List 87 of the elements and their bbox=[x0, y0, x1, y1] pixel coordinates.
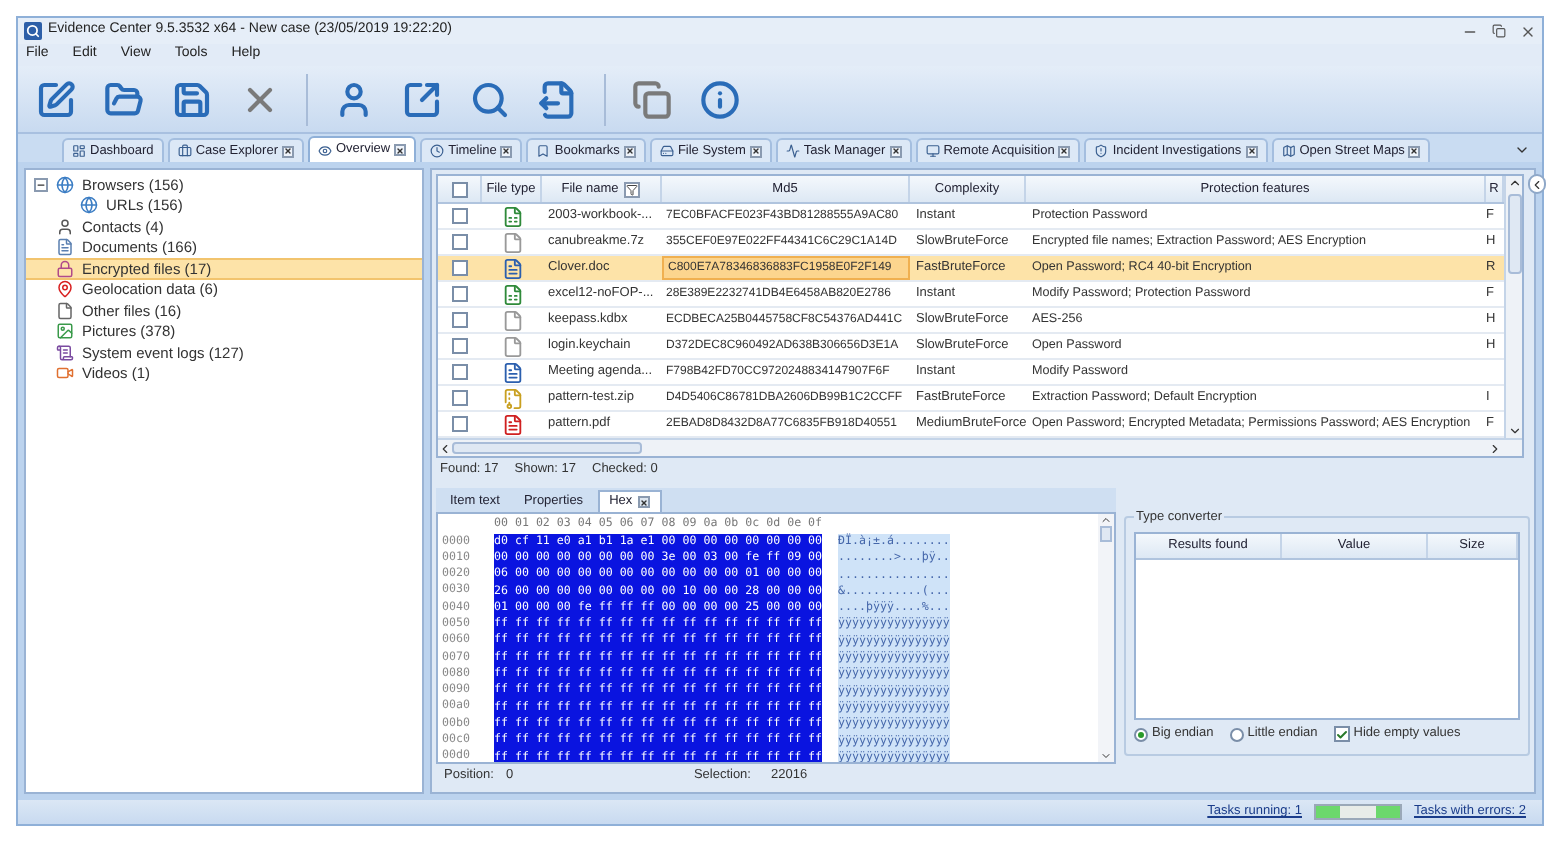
row-checkbox[interactable] bbox=[452, 260, 468, 276]
file-export-icon bbox=[538, 79, 578, 119]
monitor-icon bbox=[925, 144, 940, 158]
edit-icon bbox=[36, 79, 76, 119]
row-checkbox[interactable] bbox=[452, 364, 468, 380]
copy-button[interactable] bbox=[630, 77, 674, 121]
tab-close-button[interactable] bbox=[749, 145, 762, 157]
image-icon bbox=[56, 322, 74, 341]
row-checkbox[interactable] bbox=[452, 416, 468, 432]
scroll-right-icon[interactable] bbox=[1488, 441, 1502, 455]
restore-icon[interactable] bbox=[1492, 24, 1506, 38]
app-logo-icon bbox=[24, 22, 42, 40]
tab-close-button[interactable] bbox=[638, 496, 651, 508]
filter-button[interactable] bbox=[624, 181, 641, 197]
map-icon bbox=[1281, 144, 1296, 158]
file-icon bbox=[501, 309, 523, 331]
folder-button[interactable] bbox=[102, 77, 146, 121]
scroll-thumb[interactable] bbox=[452, 442, 642, 454]
save-button[interactable] bbox=[170, 77, 214, 121]
tab-close-button[interactable] bbox=[1058, 145, 1071, 157]
checkbox[interactable] bbox=[1333, 726, 1350, 742]
edit-button[interactable] bbox=[34, 77, 78, 121]
row-checkbox[interactable] bbox=[452, 208, 468, 224]
scroll-down-icon[interactable] bbox=[1507, 424, 1521, 438]
select-all-checkbox[interactable] bbox=[451, 181, 467, 197]
shield-icon bbox=[1094, 144, 1109, 158]
tab-close-button[interactable] bbox=[1408, 145, 1421, 157]
drive-icon bbox=[659, 144, 674, 158]
save-icon bbox=[172, 79, 212, 119]
person-icon bbox=[334, 79, 374, 119]
export-button[interactable] bbox=[400, 77, 444, 121]
row-checkbox[interactable] bbox=[452, 234, 468, 250]
collapse-panel-button[interactable] bbox=[1528, 174, 1546, 194]
globe-icon bbox=[56, 175, 74, 194]
copy-icon bbox=[632, 79, 672, 119]
close-icon[interactable] bbox=[1520, 23, 1536, 39]
eye-icon bbox=[318, 143, 332, 157]
file-icon bbox=[501, 231, 523, 253]
globe-icon bbox=[80, 196, 98, 215]
file-icon bbox=[501, 335, 523, 357]
pulse-icon bbox=[785, 144, 800, 158]
log-icon bbox=[56, 343, 74, 362]
lock-icon bbox=[56, 259, 74, 278]
tab-close-button[interactable] bbox=[623, 145, 636, 157]
search-icon bbox=[470, 79, 510, 119]
row-checkbox[interactable] bbox=[452, 338, 468, 354]
progress-indicator bbox=[1314, 804, 1402, 820]
row-checkbox[interactable] bbox=[452, 390, 468, 406]
folder-icon bbox=[104, 79, 144, 119]
collapse-toggle[interactable] bbox=[34, 177, 48, 192]
archive-icon bbox=[501, 387, 523, 409]
tab-close-button[interactable] bbox=[500, 145, 513, 157]
row-checkbox[interactable] bbox=[452, 312, 468, 328]
scroll-left-icon[interactable] bbox=[438, 441, 452, 455]
scroll-thumb[interactable] bbox=[1507, 194, 1521, 274]
document-icon bbox=[56, 238, 74, 257]
vertical-scrollbar[interactable] bbox=[1098, 514, 1114, 762]
video-icon bbox=[56, 364, 74, 383]
tab-list-icon[interactable] bbox=[1514, 142, 1530, 158]
horizontal-scrollbar[interactable] bbox=[438, 438, 1522, 456]
file-icon bbox=[56, 301, 74, 320]
document-icon bbox=[501, 361, 523, 383]
briefcase-icon bbox=[177, 144, 192, 158]
scroll-thumb[interactable] bbox=[1100, 526, 1112, 542]
search-button[interactable] bbox=[468, 77, 512, 121]
pdf-file-icon bbox=[501, 413, 523, 435]
person-icon bbox=[56, 217, 74, 236]
tab-close-button[interactable] bbox=[889, 145, 902, 157]
gauge-icon bbox=[72, 144, 86, 158]
tab-close-button[interactable] bbox=[394, 144, 407, 156]
pin-icon bbox=[56, 280, 74, 299]
tab-close-button[interactable] bbox=[1245, 145, 1258, 157]
export-icon bbox=[402, 79, 442, 119]
chevron-left-icon bbox=[1530, 177, 1544, 191]
radio-button[interactable] bbox=[1134, 727, 1148, 741]
vertical-scrollbar[interactable] bbox=[1504, 176, 1522, 438]
bookmark-icon bbox=[536, 144, 551, 158]
spreadsheet-icon bbox=[501, 283, 523, 305]
clock-icon bbox=[430, 144, 445, 158]
tab-close-button[interactable] bbox=[282, 145, 294, 157]
spreadsheet-icon bbox=[501, 205, 523, 227]
radio-button[interactable] bbox=[1229, 727, 1244, 741]
document-icon bbox=[501, 257, 523, 279]
info-button[interactable] bbox=[698, 77, 742, 121]
row-checkbox[interactable] bbox=[452, 286, 468, 302]
scroll-up-icon[interactable] bbox=[1507, 176, 1521, 190]
info-icon bbox=[700, 79, 740, 119]
